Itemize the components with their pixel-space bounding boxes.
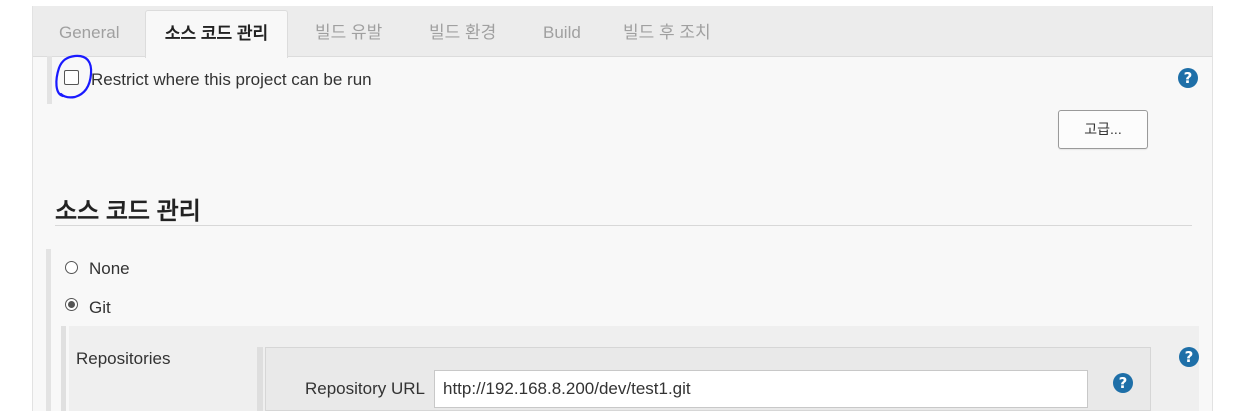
annotation-circle <box>55 54 93 99</box>
scm-option-git-label: Git <box>89 298 111 317</box>
scm-option-none-label: None <box>89 259 130 278</box>
option-indent-bar <box>47 56 52 104</box>
tab-source-code-management[interactable]: 소스 코드 관리 <box>145 10 288 58</box>
repository-url-label: Repository URL <box>305 379 425 398</box>
repositories-label: Repositories <box>76 349 171 368</box>
scm-indent-bar <box>46 249 51 411</box>
tab-build[interactable]: Build <box>543 10 581 56</box>
section-divider <box>55 225 1192 226</box>
help-icon[interactable]: ? <box>1178 68 1198 88</box>
restrict-label: Restrict where this project can be run <box>91 70 372 89</box>
job-config-frame: General 소스 코드 관리 빌드 유발 빌드 환경 Build 빌드 후 … <box>32 6 1213 411</box>
section-title-scm: 소스 코드 관리 <box>55 198 201 225</box>
repositories-indent-bar <box>257 347 263 411</box>
tab-post-build-actions[interactable]: 빌드 후 조치 <box>623 10 711 56</box>
tab-build-environment[interactable]: 빌드 환경 <box>429 10 496 56</box>
scm-radio-none[interactable] <box>65 261 78 274</box>
tab-general[interactable]: General <box>59 10 119 56</box>
scm-radio-git[interactable] <box>65 298 78 311</box>
tab-build-triggers[interactable]: 빌드 유발 <box>315 10 382 56</box>
advanced-button[interactable]: 고급... <box>1058 110 1148 149</box>
git-indent-bar <box>61 326 66 411</box>
repository-url-input[interactable]: http://192.168.8.200/dev/test1.git <box>434 370 1088 408</box>
help-icon[interactable]: ? <box>1179 347 1199 367</box>
config-tab-bar: General 소스 코드 관리 빌드 유발 빌드 환경 Build 빌드 후 … <box>33 6 1212 58</box>
help-icon[interactable]: ? <box>1113 373 1133 393</box>
